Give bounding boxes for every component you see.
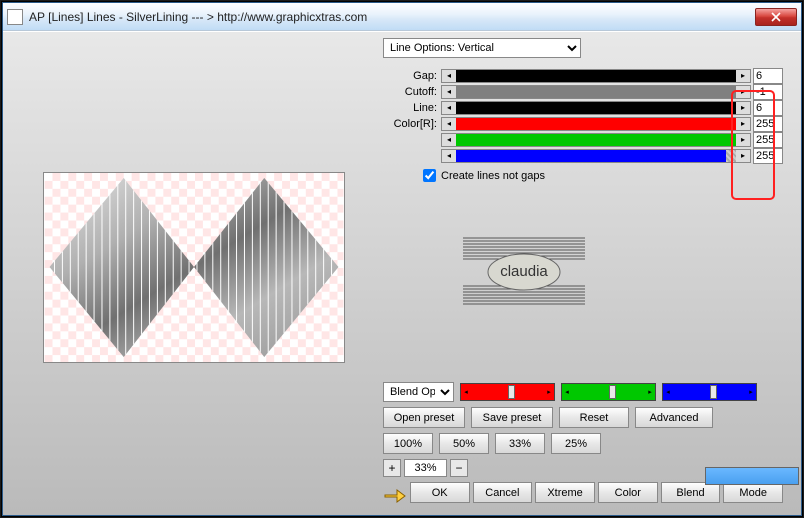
- app-icon: [7, 9, 23, 25]
- arrow-right-icon[interactable]: ▸: [736, 134, 750, 146]
- content-area: Line Options: Vertical Gap: ◂ ▸ Cutoff: …: [3, 31, 801, 515]
- titlebar: AP [Lines] Lines - SilverLining --- > ht…: [3, 3, 801, 31]
- line-label: Line:: [383, 102, 441, 114]
- line-options-dropdown[interactable]: Line Options: Vertical: [383, 38, 581, 58]
- zoom-value: 33%: [404, 459, 447, 477]
- line-slider[interactable]: ◂ ▸: [441, 101, 751, 115]
- zoom-in-button[interactable]: +: [383, 459, 401, 477]
- mode-button[interactable]: Mode: [723, 482, 783, 503]
- preview-image: [44, 173, 344, 362]
- arrow-right-icon[interactable]: ▸: [736, 70, 750, 82]
- close-button[interactable]: [755, 8, 797, 26]
- zoom-out-button[interactable]: −: [450, 459, 468, 477]
- gap-label: Gap:: [383, 70, 441, 82]
- red-slider[interactable]: ◂▸: [460, 383, 555, 401]
- save-preset-button[interactable]: Save preset: [471, 407, 553, 428]
- cutoff-slider[interactable]: ◂ ▸: [441, 85, 751, 99]
- color-button[interactable]: Color: [598, 482, 658, 503]
- window-title: AP [Lines] Lines - SilverLining --- > ht…: [29, 10, 755, 24]
- cutoff-value[interactable]: [753, 84, 783, 100]
- open-preset-button[interactable]: Open preset: [383, 407, 465, 428]
- create-lines-checkbox[interactable]: [423, 169, 436, 182]
- gap-value[interactable]: [753, 68, 783, 84]
- color-b-slider[interactable]: ◂ ▸: [441, 149, 751, 163]
- preview-pane: [43, 172, 345, 363]
- advanced-button[interactable]: Advanced: [635, 407, 713, 428]
- arrow-left-icon[interactable]: ◂: [442, 102, 456, 114]
- arrow-right-icon[interactable]: ▸: [736, 86, 750, 98]
- reset-button[interactable]: Reset: [559, 407, 629, 428]
- close-icon: [771, 12, 781, 22]
- zoom-25-button[interactable]: 25%: [551, 433, 601, 454]
- zoom-100-button[interactable]: 100%: [383, 433, 433, 454]
- svg-text:claudia: claudia: [500, 263, 548, 280]
- color-r-label: Color[R]:: [383, 118, 441, 130]
- arrow-right-icon[interactable]: ▸: [736, 118, 750, 130]
- ok-button[interactable]: OK: [410, 482, 470, 503]
- xtreme-button[interactable]: Xtreme: [535, 482, 595, 503]
- cutoff-label: Cutoff:: [383, 86, 441, 98]
- color-b-value[interactable]: [753, 148, 783, 164]
- arrow-right-icon[interactable]: ▸: [736, 150, 750, 162]
- arrow-left-icon[interactable]: ◂: [442, 118, 456, 130]
- cancel-button[interactable]: Cancel: [473, 482, 533, 503]
- plugin-window: AP [Lines] Lines - SilverLining --- > ht…: [2, 2, 802, 516]
- color-r-slider[interactable]: ◂ ▸: [441, 117, 751, 131]
- zoom-33-button[interactable]: 33%: [495, 433, 545, 454]
- arrow-left-icon[interactable]: ◂: [442, 86, 456, 98]
- blend-options-dropdown[interactable]: Blend Optic: [383, 382, 454, 402]
- arrow-right-icon[interactable]: ▸: [736, 102, 750, 114]
- create-lines-label: Create lines not gaps: [441, 170, 545, 182]
- brand-logo: claudia: [463, 236, 585, 308]
- zoom-50-button[interactable]: 50%: [439, 433, 489, 454]
- color-g-value[interactable]: [753, 132, 783, 148]
- color-g-slider[interactable]: ◂ ▸: [441, 133, 751, 147]
- arrow-left-icon[interactable]: ◂: [442, 134, 456, 146]
- gap-slider[interactable]: ◂ ▸: [441, 69, 751, 83]
- line-value[interactable]: [753, 100, 783, 116]
- arrow-left-icon[interactable]: ◂: [442, 70, 456, 82]
- green-slider[interactable]: ◂▸: [561, 383, 656, 401]
- color-swatch[interactable]: [705, 467, 799, 485]
- color-r-value[interactable]: [753, 116, 783, 132]
- arrow-left-icon[interactable]: ◂: [442, 150, 456, 162]
- blue-slider[interactable]: ◂▸: [662, 383, 757, 401]
- blend-button[interactable]: Blend: [661, 482, 721, 503]
- pointer-hand-icon: [383, 485, 407, 505]
